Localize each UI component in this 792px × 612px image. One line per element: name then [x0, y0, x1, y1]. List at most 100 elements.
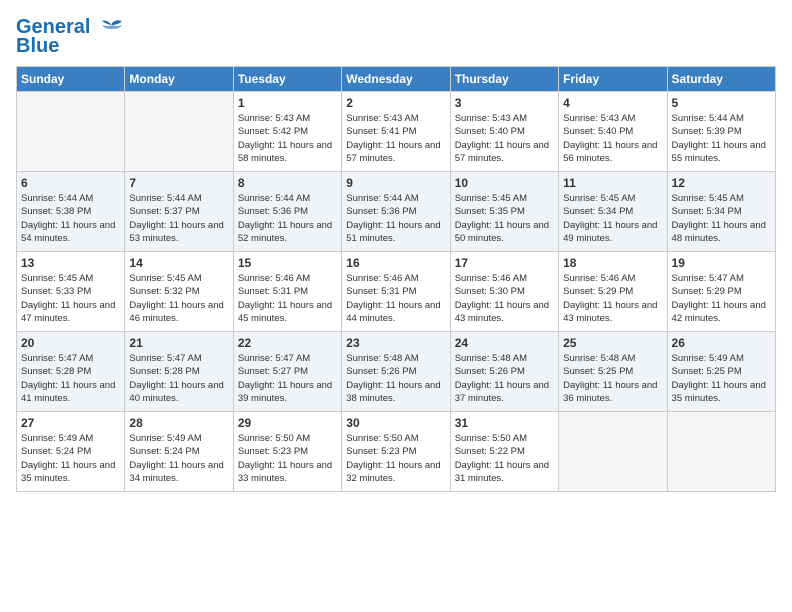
day-info: Sunrise: 5:48 AM Sunset: 5:25 PM Dayligh…: [563, 352, 662, 405]
calendar-cell: 17 Sunrise: 5:46 AM Sunset: 5:30 PM Dayli…: [450, 252, 558, 332]
day-info: Sunrise: 5:47 AM Sunset: 5:28 PM Dayligh…: [21, 352, 120, 405]
day-number: 16: [346, 256, 445, 270]
day-info: Sunrise: 5:45 AM Sunset: 5:32 PM Dayligh…: [129, 272, 228, 325]
day-info: Sunrise: 5:47 AM Sunset: 5:28 PM Dayligh…: [129, 352, 228, 405]
day-info: Sunrise: 5:50 AM Sunset: 5:23 PM Dayligh…: [346, 432, 445, 485]
calendar-cell: 7 Sunrise: 5:44 AM Sunset: 5:37 PM Daylig…: [125, 172, 233, 252]
calendar-cell: 29 Sunrise: 5:50 AM Sunset: 5:23 PM Dayli…: [233, 412, 341, 492]
day-info: Sunrise: 5:47 AM Sunset: 5:27 PM Dayligh…: [238, 352, 337, 405]
calendar-cell: 24 Sunrise: 5:48 AM Sunset: 5:26 PM Dayli…: [450, 332, 558, 412]
weekday-header-sunday: Sunday: [17, 67, 125, 92]
header-row: SundayMondayTuesdayWednesdayThursdayFrid…: [17, 67, 776, 92]
day-number: 4: [563, 96, 662, 110]
day-number: 14: [129, 256, 228, 270]
day-number: 1: [238, 96, 337, 110]
calendar-cell: 14 Sunrise: 5:45 AM Sunset: 5:32 PM Dayli…: [125, 252, 233, 332]
day-info: Sunrise: 5:43 AM Sunset: 5:41 PM Dayligh…: [346, 112, 445, 165]
day-number: 10: [455, 176, 554, 190]
calendar-cell: [667, 412, 775, 492]
day-number: 21: [129, 336, 228, 350]
weekday-header-wednesday: Wednesday: [342, 67, 450, 92]
day-info: Sunrise: 5:48 AM Sunset: 5:26 PM Dayligh…: [455, 352, 554, 405]
calendar-cell: [559, 412, 667, 492]
day-number: 12: [672, 176, 771, 190]
day-number: 30: [346, 416, 445, 430]
day-number: 13: [21, 256, 120, 270]
day-info: Sunrise: 5:43 AM Sunset: 5:40 PM Dayligh…: [455, 112, 554, 165]
day-info: Sunrise: 5:46 AM Sunset: 5:30 PM Dayligh…: [455, 272, 554, 325]
calendar-cell: 10Sunrise: 5:45 AM Sunset: 5:35 PM Dayli…: [450, 172, 558, 252]
week-row-4: 20Sunrise: 5:47 AM Sunset: 5:28 PM Dayli…: [17, 332, 776, 412]
day-info: Sunrise: 5:47 AM Sunset: 5:29 PM Dayligh…: [672, 272, 771, 325]
weekday-header-monday: Monday: [125, 67, 233, 92]
day-info: Sunrise: 5:44 AM Sunset: 5:39 PM Dayligh…: [672, 112, 771, 165]
calendar-cell: 22 Sunrise: 5:47 AM Sunset: 5:27 PM Dayli…: [233, 332, 341, 412]
week-row-3: 13 Sunrise: 5:45 AM Sunset: 5:33 PM Dayli…: [17, 252, 776, 332]
calendar-cell: 18 Sunrise: 5:46 AM Sunset: 5:29 PM Dayli…: [559, 252, 667, 332]
day-info: Sunrise: 5:45 AM Sunset: 5:33 PM Dayligh…: [21, 272, 120, 325]
calendar-cell: 8 Sunrise: 5:44 AM Sunset: 5:36 PM Daylig…: [233, 172, 341, 252]
day-info: Sunrise: 5:44 AM Sunset: 5:37 PM Dayligh…: [129, 192, 228, 245]
calendar-cell: 15Sunrise: 5:46 AM Sunset: 5:31 PM Dayli…: [233, 252, 341, 332]
logo-blue: Blue: [16, 35, 59, 58]
calendar-cell: [125, 92, 233, 172]
day-info: Sunrise: 5:45 AM Sunset: 5:34 PM Dayligh…: [672, 192, 771, 245]
day-number: 5: [672, 96, 771, 110]
calendar-cell: 30 Sunrise: 5:50 AM Sunset: 5:23 PM Dayli…: [342, 412, 450, 492]
week-row-1: 1 Sunrise: 5:43 AM Sunset: 5:42 PM Daylig…: [17, 92, 776, 172]
weekday-header-saturday: Saturday: [667, 67, 775, 92]
bird-icon: [98, 19, 126, 37]
calendar-cell: 13 Sunrise: 5:45 AM Sunset: 5:33 PM Dayli…: [17, 252, 125, 332]
week-row-5: 27Sunrise: 5:49 AM Sunset: 5:24 PM Dayli…: [17, 412, 776, 492]
calendar-cell: 26Sunrise: 5:49 AM Sunset: 5:25 PM Dayli…: [667, 332, 775, 412]
day-info: Sunrise: 5:45 AM Sunset: 5:34 PM Dayligh…: [563, 192, 662, 245]
calendar-cell: 3 Sunrise: 5:43 AM Sunset: 5:40 PM Daylig…: [450, 92, 558, 172]
day-info: Sunrise: 5:44 AM Sunset: 5:36 PM Dayligh…: [346, 192, 445, 245]
day-number: 23: [346, 336, 445, 350]
calendar-cell: 28 Sunrise: 5:49 AM Sunset: 5:24 PM Dayli…: [125, 412, 233, 492]
page-header: General Blue: [16, 16, 776, 58]
calendar-cell: 6Sunrise: 5:44 AM Sunset: 5:38 PM Daylig…: [17, 172, 125, 252]
weekday-header-thursday: Thursday: [450, 67, 558, 92]
day-number: 15: [238, 256, 337, 270]
weekday-header-friday: Friday: [559, 67, 667, 92]
day-info: Sunrise: 5:43 AM Sunset: 5:42 PM Dayligh…: [238, 112, 337, 165]
calendar-cell: 23 Sunrise: 5:48 AM Sunset: 5:26 PM Dayli…: [342, 332, 450, 412]
day-number: 11: [563, 176, 662, 190]
day-number: 26: [672, 336, 771, 350]
day-info: Sunrise: 5:50 AM Sunset: 5:22 PM Dayligh…: [455, 432, 554, 485]
calendar-cell: [17, 92, 125, 172]
day-number: 25: [563, 336, 662, 350]
day-number: 22: [238, 336, 337, 350]
day-number: 19: [672, 256, 771, 270]
day-info: Sunrise: 5:50 AM Sunset: 5:23 PM Dayligh…: [238, 432, 337, 485]
logo: General Blue: [16, 16, 126, 58]
day-number: 3: [455, 96, 554, 110]
calendar-cell: 5 Sunrise: 5:44 AM Sunset: 5:39 PM Daylig…: [667, 92, 775, 172]
day-number: 9: [346, 176, 445, 190]
weekday-header-tuesday: Tuesday: [233, 67, 341, 92]
calendar-cell: 19 Sunrise: 5:47 AM Sunset: 5:29 PM Dayli…: [667, 252, 775, 332]
day-number: 17: [455, 256, 554, 270]
day-number: 7: [129, 176, 228, 190]
day-number: 29: [238, 416, 337, 430]
day-info: Sunrise: 5:43 AM Sunset: 5:40 PM Dayligh…: [563, 112, 662, 165]
calendar-cell: 12 Sunrise: 5:45 AM Sunset: 5:34 PM Dayli…: [667, 172, 775, 252]
day-info: Sunrise: 5:46 AM Sunset: 5:29 PM Dayligh…: [563, 272, 662, 325]
day-info: Sunrise: 5:44 AM Sunset: 5:36 PM Dayligh…: [238, 192, 337, 245]
day-number: 8: [238, 176, 337, 190]
calendar-cell: 2 Sunrise: 5:43 AM Sunset: 5:41 PM Daylig…: [342, 92, 450, 172]
day-number: 2: [346, 96, 445, 110]
day-number: 24: [455, 336, 554, 350]
calendar-cell: 16 Sunrise: 5:46 AM Sunset: 5:31 PM Dayli…: [342, 252, 450, 332]
day-number: 31: [455, 416, 554, 430]
day-info: Sunrise: 5:49 AM Sunset: 5:24 PM Dayligh…: [129, 432, 228, 485]
day-info: Sunrise: 5:46 AM Sunset: 5:31 PM Dayligh…: [346, 272, 445, 325]
day-info: Sunrise: 5:48 AM Sunset: 5:26 PM Dayligh…: [346, 352, 445, 405]
calendar-cell: 25 Sunrise: 5:48 AM Sunset: 5:25 PM Dayli…: [559, 332, 667, 412]
day-number: 28: [129, 416, 228, 430]
calendar-cell: 21 Sunrise: 5:47 AM Sunset: 5:28 PM Dayli…: [125, 332, 233, 412]
calendar-cell: 27Sunrise: 5:49 AM Sunset: 5:24 PM Dayli…: [17, 412, 125, 492]
day-number: 18: [563, 256, 662, 270]
calendar-cell: 9 Sunrise: 5:44 AM Sunset: 5:36 PM Daylig…: [342, 172, 450, 252]
